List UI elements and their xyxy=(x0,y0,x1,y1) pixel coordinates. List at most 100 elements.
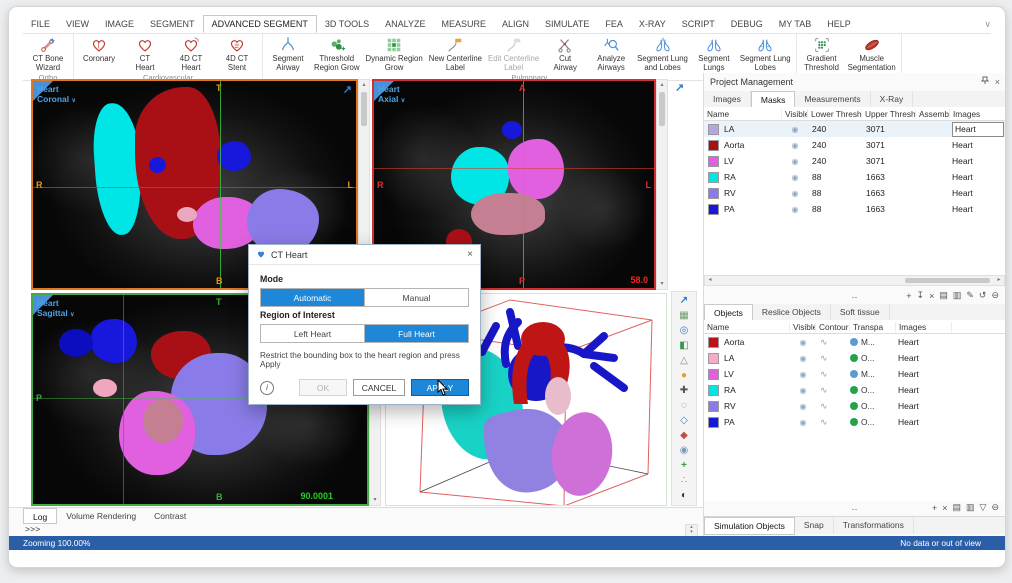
ribbon-button-ct-heart[interactable]: CT Heart xyxy=(122,34,168,73)
mask-row-pa[interactable]: PA ◉ 88 1663 Heart xyxy=(704,201,1005,217)
cancel-button[interactable]: CANCEL xyxy=(353,379,405,396)
object-row-pa[interactable]: PA ◉ ∿ O... Heart xyxy=(704,414,1005,430)
edit-mask-icon[interactable]: ✎ xyxy=(966,290,974,301)
ribbon-button-muscle-segmentation[interactable]: Muscle Segmentation xyxy=(845,34,899,73)
info-icon[interactable]: i xyxy=(260,381,274,395)
object-row-rv[interactable]: RV ◉ ∿ O... Heart xyxy=(704,398,1005,414)
menu-simulate[interactable]: SIMULATE xyxy=(537,16,597,32)
tab-volume-rendering[interactable]: Volume Rendering xyxy=(57,508,145,523)
ribbon-button-new-centerline-label[interactable]: New Centerline Label xyxy=(426,34,485,73)
mode-option-automatic[interactable]: Automatic xyxy=(261,289,364,306)
mask-row-la[interactable]: LA ◉ 240 3071 Heart xyxy=(704,121,1005,137)
lasso-icon[interactable]: ◌ xyxy=(681,398,687,413)
viewport-title[interactable]: HeartAxial ∨ xyxy=(378,84,405,105)
ribbon-button-segment-lung-and-lobes[interactable]: Segment Lung and Lobes xyxy=(634,34,691,73)
menu-analyze[interactable]: ANALYZE xyxy=(377,16,433,32)
visibility-eye-icon[interactable]: ◉ xyxy=(782,205,808,214)
ribbon-button-threshold-region-grow[interactable]: Threshold Region Grow xyxy=(311,34,363,73)
light-icon[interactable]: ◆ xyxy=(680,428,688,443)
copy-object-icon[interactable]: ▥ xyxy=(966,502,975,513)
visibility-eye-icon[interactable]: ◉ xyxy=(782,189,808,198)
contrast-icon[interactable]: ◐ xyxy=(681,488,687,503)
ribbon-button-analyze-airways[interactable]: Analyze Airways xyxy=(588,34,634,73)
axes-icon[interactable]: ∴ xyxy=(681,473,687,488)
crosshair-horizontal[interactable] xyxy=(33,187,356,188)
mask-info-icon[interactable]: ▤ xyxy=(939,290,948,301)
eye-icon[interactable]: ◉ xyxy=(680,443,689,458)
collapse-icon[interactable]: ⊖ xyxy=(991,290,999,301)
ok-button[interactable]: OK xyxy=(299,379,347,396)
filter-icon[interactable]: ▽ xyxy=(980,502,987,513)
crosshair-vertical[interactable] xyxy=(123,295,124,504)
visibility-eye-icon[interactable]: ◉ xyxy=(782,157,808,166)
sphere-icon[interactable]: ● xyxy=(681,368,687,383)
undo-mask-icon[interactable]: ↺ xyxy=(979,290,987,301)
ribbon-button-coronary[interactable]: Coronary xyxy=(76,34,122,64)
object-row-aorta[interactable]: Aorta ◉ ∿ M... Heart xyxy=(704,334,1005,350)
log-prompt[interactable]: >>> xyxy=(25,525,40,535)
ribbon-collapse-icon[interactable]: ∨ xyxy=(984,19,991,30)
dialog-titlebar[interactable]: CT Heart × xyxy=(249,245,480,265)
pan-icon[interactable]: ✚ xyxy=(680,383,688,398)
menu-debug[interactable]: DEBUG xyxy=(723,16,771,32)
object-row-ra[interactable]: RA ◉ ∿ O... Heart xyxy=(704,382,1005,398)
ribbon-button-4d-ct-heart[interactable]: 4D CT Heart xyxy=(168,34,214,73)
visibility-eye-icon[interactable]: ◉ xyxy=(782,125,808,134)
menu-3d-tools[interactable]: 3D TOOLS xyxy=(317,16,377,32)
masks-horizontal-scrollbar[interactable]: ◂▸ xyxy=(704,275,1005,286)
tab-contrast[interactable]: Contrast xyxy=(145,508,195,523)
tab-soft-tissue[interactable]: Soft tissue xyxy=(831,304,890,321)
close-panel-icon[interactable]: × xyxy=(995,77,1000,87)
expand-axial-icon[interactable]: ↗ xyxy=(675,81,684,94)
tab-transformations[interactable]: Transformations xyxy=(834,517,914,534)
pin-icon[interactable] xyxy=(981,76,989,87)
visibility-eye-icon[interactable]: ◉ xyxy=(790,338,816,347)
export-mask-icon[interactable]: ↧ xyxy=(917,290,925,301)
ribbon-button-gradient-threshold[interactable]: Gradient Threshold xyxy=(799,34,845,73)
splitter-handle[interactable]: ‥ xyxy=(851,502,857,513)
ribbon-button-segment-airway[interactable]: Segment Airway xyxy=(265,34,311,73)
tab-reslice-objects[interactable]: Reslice Objects xyxy=(753,304,831,321)
tab-simulation-objects[interactable]: Simulation Objects xyxy=(704,517,795,535)
add-icon[interactable]: + xyxy=(681,458,687,473)
roi-option-left-heart[interactable]: Left Heart xyxy=(261,325,364,342)
expand-3d-icon[interactable]: ↗ xyxy=(680,293,688,308)
expand-viewport-icon[interactable]: ↗ xyxy=(343,83,352,96)
tab-measurements[interactable]: Measurements xyxy=(795,91,870,108)
visibility-eye-icon[interactable]: ◉ xyxy=(782,173,808,182)
menu-script[interactable]: SCRIPT xyxy=(674,16,723,32)
tab-log[interactable]: Log xyxy=(23,508,57,524)
mask-color-swatch[interactable] xyxy=(708,124,719,135)
add-mask-icon[interactable]: + xyxy=(906,291,911,301)
crosshair-vertical[interactable] xyxy=(523,81,524,288)
ribbon-button-dynamic-region-grow[interactable]: Dynamic Region Grow xyxy=(363,34,426,73)
menu-align[interactable]: ALIGN xyxy=(494,16,537,32)
object-row-la[interactable]: LA ◉ ∿ O... Heart xyxy=(704,350,1005,366)
menu-xray[interactable]: X-RAY xyxy=(631,16,674,32)
duplicate-mask-icon[interactable]: ▥ xyxy=(953,290,962,301)
axial-scrollbar[interactable]: ▴▾ xyxy=(656,79,668,290)
ribbon-button-segment-lung-lobes[interactable]: Segment Lung Lobes xyxy=(737,34,794,73)
mesh-icon[interactable]: △ xyxy=(680,353,688,368)
viewport-title[interactable]: HeartCoronal ∨ xyxy=(37,84,76,105)
grid-icon[interactable]: ▦ xyxy=(679,308,688,323)
menu-my-tab[interactable]: MY TAB xyxy=(771,16,820,32)
menu-fea[interactable]: FEA xyxy=(597,16,631,32)
crosshair-vertical[interactable] xyxy=(220,81,221,288)
contour-icon[interactable]: ∿ xyxy=(816,337,850,348)
ribbon-button-segment-lungs[interactable]: Segment Lungs xyxy=(691,34,737,73)
tab-snap[interactable]: Snap xyxy=(795,517,834,534)
cube-icon[interactable]: ◇ xyxy=(680,413,688,428)
ribbon-button-4d-ct-stent[interactable]: 4D CT Stent xyxy=(214,34,260,73)
splitter-handle[interactable]: ‥ xyxy=(851,290,857,301)
transparency-dot[interactable] xyxy=(850,338,858,346)
mode-option-manual[interactable]: Manual xyxy=(364,289,468,306)
mask-row-lv[interactable]: LV ◉ 240 3071 Heart xyxy=(704,153,1005,169)
dialog-close-icon[interactable]: × xyxy=(467,249,473,260)
add-object-icon[interactable]: + xyxy=(932,503,937,513)
mask-row-aorta[interactable]: Aorta ◉ 240 3071 Heart xyxy=(704,137,1005,153)
mask-row-ra[interactable]: RA ◉ 88 1663 Heart xyxy=(704,169,1005,185)
menu-advanced-segment[interactable]: ADVANCED SEGMENT xyxy=(203,15,317,33)
menu-measure[interactable]: MEASURE xyxy=(433,16,494,32)
clip-icon[interactable]: ◧ xyxy=(679,338,688,353)
